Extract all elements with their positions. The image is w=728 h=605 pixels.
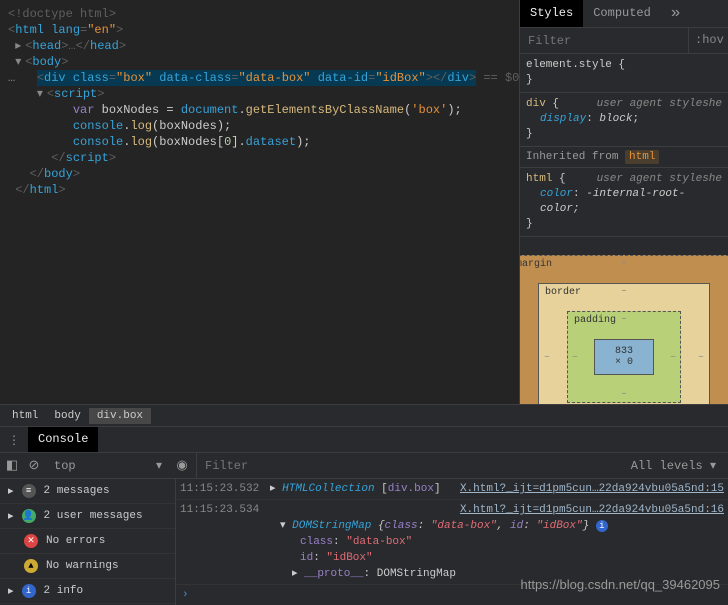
more-tabs-icon[interactable]: » — [661, 0, 691, 27]
expand-icon: ▸ — [8, 584, 14, 598]
expand-icon[interactable]: ▾ — [15, 54, 25, 70]
log-levels-selector[interactable]: All levels ▾ — [623, 458, 724, 473]
source-link[interactable]: X.html?_ijt=d1pm5cun…22da924vbu05a5nd:15 — [460, 481, 724, 497]
tab-computed[interactable]: Computed — [583, 0, 661, 27]
log-entry[interactable]: 11:15:23.532 ▸ HTMLCollection [div.box]X… — [176, 479, 728, 500]
crumb-html[interactable]: html — [4, 408, 46, 424]
expand-icon: ▸ — [8, 484, 14, 498]
info-icon: i — [22, 584, 36, 598]
selected-element[interactable]: <div class="box" data-class="data-box" d… — [37, 70, 476, 86]
styles-panel: Styles Computed » :hov .cls element.styl… — [520, 0, 728, 404]
error-icon: ✕ — [24, 534, 38, 548]
rule-div[interactable]: user agent styleshe div { display: block… — [520, 93, 728, 147]
tab-styles[interactable]: Styles — [520, 0, 583, 27]
hov-toggle[interactable]: :hov — [688, 28, 728, 53]
tab-console[interactable]: Console — [28, 427, 98, 452]
box-model[interactable]: margin – – border – – padding – – 833 × … — [520, 237, 728, 404]
expand-icon: ▸ — [8, 509, 14, 523]
expand-icon[interactable]: ▸ — [15, 38, 25, 54]
crumb-div-box[interactable]: div.box — [89, 408, 151, 424]
sidebar-warnings[interactable]: ▲No warnings — [0, 554, 175, 579]
dom-tree[interactable]: <!doctype html> <html lang="en"> ▸<head>… — [0, 0, 519, 204]
elements-source-panel: <!doctype html> <html lang="en"> ▸<head>… — [0, 0, 520, 404]
expand-icon[interactable]: ▸ — [270, 483, 282, 495]
box-model-content: 833 × 0 — [594, 339, 654, 375]
crumb-body[interactable]: body — [46, 408, 88, 424]
log-entry[interactable]: 11:15:23.534 X.html?_ijt=d1pm5cun…22da92… — [176, 500, 728, 585]
console-messages: 11:15:23.532 ▸ HTMLCollection [div.box]X… — [176, 479, 728, 605]
warning-icon: ▲ — [24, 559, 38, 573]
console-sidebar: ▸≡2 messages ▸👤2 user messages ✕No error… — [0, 479, 176, 605]
rule-html[interactable]: user agent styleshe html { color: -inter… — [520, 168, 728, 237]
info-icon[interactable]: i — [596, 520, 608, 532]
sidebar-messages[interactable]: ▸≡2 messages — [0, 479, 175, 504]
source-link[interactable]: X.html?_ijt=d1pm5cun…22da924vbu05a5nd:16 — [460, 502, 724, 518]
console-filter-input[interactable] — [196, 453, 617, 478]
context-selector[interactable]: top▾ — [48, 458, 168, 473]
live-expression-icon[interactable]: ◉ — [174, 458, 190, 474]
expand-icon[interactable]: ▾ — [37, 86, 47, 102]
chevron-down-icon: ▾ — [156, 458, 162, 473]
sidebar-toggle-icon[interactable]: ◧ — [4, 458, 20, 474]
watermark: https://blog.csdn.net/qq_39462095 — [521, 577, 721, 593]
sidebar-errors[interactable]: ✕No errors — [0, 529, 175, 554]
clear-console-icon[interactable]: ⊘ — [26, 458, 42, 474]
messages-icon: ≡ — [22, 484, 36, 498]
console-drawer: ⋮ Console ◧ ⊘ top▾ ◉ All levels ▾ ▸≡2 me… — [0, 426, 728, 605]
expand-icon[interactable]: ▸ — [292, 568, 304, 580]
user-messages-icon: 👤 — [22, 509, 36, 523]
breadcrumb: html body div.box — [0, 404, 728, 426]
sidebar-info[interactable]: ▸i2 info — [0, 579, 175, 604]
rule-element-style[interactable]: element.style { } — [520, 54, 728, 93]
sidebar-user-messages[interactable]: ▸👤2 user messages — [0, 504, 175, 529]
styles-filter-input[interactable] — [520, 28, 688, 53]
expand-icon[interactable]: ▾ — [280, 520, 292, 532]
inherited-from: Inherited from html — [520, 147, 728, 168]
drawer-menu-icon[interactable]: ⋮ — [0, 427, 28, 452]
